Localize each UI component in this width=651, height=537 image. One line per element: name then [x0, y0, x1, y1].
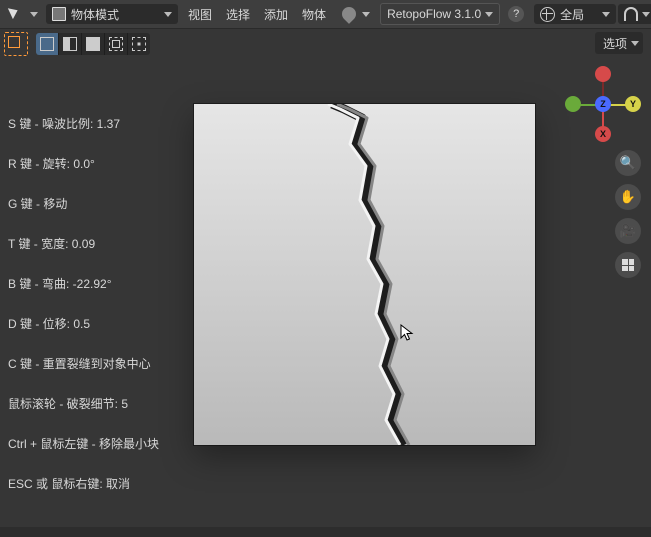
- crack-path: [194, 104, 535, 445]
- select-mode-new[interactable]: [36, 33, 59, 55]
- select-tool-button[interactable]: [4, 32, 28, 56]
- chevron-down-icon: [631, 41, 639, 46]
- chevron-down-icon: [30, 12, 38, 17]
- select-mode-extend[interactable]: [59, 33, 82, 55]
- select-mode-group: [36, 33, 150, 55]
- help-button[interactable]: ?: [502, 4, 530, 24]
- nav-gizmo[interactable]: Z X Y: [563, 64, 643, 144]
- menu-object[interactable]: 物体: [296, 4, 332, 24]
- chevron-down-icon: [485, 12, 493, 17]
- chevron-down-icon: [642, 12, 650, 17]
- hint-cancel: ESC 或 鼠标右键: 取消: [8, 478, 188, 518]
- top-header: 物体模式 视图 选择 添加 物体 RetopoFlow 3.1.0 ? 全局: [0, 0, 651, 29]
- camera-icon: 🎥: [620, 223, 636, 239]
- axis-z-ball[interactable]: Z: [595, 96, 611, 112]
- operator-hints: S 键 - 噪波比例: 1.37 R 键 - 旋转: 0.0° G 键 - 移动…: [8, 118, 188, 518]
- grid-icon: [622, 259, 634, 271]
- magnifier-icon: 🔍: [620, 155, 636, 171]
- axis-y-ball[interactable]: Y: [625, 96, 641, 112]
- hint-detail: 鼠标滚轮 - 破裂细节: 5: [8, 398, 188, 438]
- status-bar: [0, 527, 651, 537]
- hint-move: G 键 - 移动: [8, 198, 188, 238]
- hint-reset: C 键 - 重置裂缝到对象中心: [8, 358, 188, 398]
- menu-select[interactable]: 选择: [220, 4, 256, 24]
- axis-x-ball[interactable]: X: [595, 126, 611, 142]
- viewport-object: [194, 104, 535, 445]
- options-dropdown[interactable]: 选项: [595, 32, 643, 54]
- axis-x-label: X: [600, 129, 606, 139]
- select-mode-subtract[interactable]: [82, 33, 105, 55]
- orientation-label: 全局: [560, 6, 584, 23]
- cursor-dropdown[interactable]: [4, 4, 44, 24]
- menu-view[interactable]: 视图: [182, 4, 218, 24]
- camera-button[interactable]: 🎥: [615, 218, 641, 244]
- select-mode-toolbar: [4, 32, 150, 56]
- addon-dropdown[interactable]: RetopoFlow 3.1.0: [380, 3, 500, 25]
- hand-icon: ✋: [620, 189, 636, 205]
- magnet-icon: [624, 7, 638, 21]
- hint-remove: Ctrl + 鼠标左键 - 移除最小块: [8, 438, 188, 478]
- cursor-icon: [10, 6, 26, 22]
- orientation-select[interactable]: 全局: [534, 4, 616, 24]
- axis-y-label: Y: [630, 99, 636, 109]
- viewport-tools: 🔍 ✋ 🎥: [615, 150, 641, 278]
- zoom-button[interactable]: 🔍: [615, 150, 641, 176]
- hint-bend: B 键 - 弯曲: -22.92°: [8, 278, 188, 318]
- chevron-down-icon: [602, 12, 610, 17]
- options-label: 选项: [603, 35, 627, 52]
- chevron-down-icon: [362, 12, 370, 17]
- perspective-button[interactable]: [615, 252, 641, 278]
- snap-toggle[interactable]: [618, 4, 651, 24]
- addon-label: RetopoFlow 3.1.0: [387, 7, 481, 21]
- axis-z-label: Z: [600, 99, 606, 109]
- mode-select-label: 物体模式: [71, 6, 119, 23]
- globe-icon: [540, 7, 555, 22]
- hint-noise: S 键 - 噪波比例: 1.37: [8, 118, 188, 158]
- object-mode-icon: [52, 7, 66, 21]
- help-icon: ?: [508, 6, 524, 22]
- hint-offset: D 键 - 位移: 0.5: [8, 318, 188, 358]
- axis-y-neg-ball[interactable]: [565, 96, 581, 112]
- pan-button[interactable]: ✋: [615, 184, 641, 210]
- pivot-dropdown[interactable]: [336, 4, 376, 24]
- axis-x-neg-ball[interactable]: [595, 66, 611, 82]
- menu-add[interactable]: 添加: [258, 4, 294, 24]
- mouse-cursor-icon: [400, 324, 418, 342]
- chevron-down-icon: [164, 12, 172, 17]
- mode-select[interactable]: 物体模式: [46, 4, 178, 24]
- select-mode-invert[interactable]: [105, 33, 128, 55]
- hint-rotate: R 键 - 旋转: 0.0°: [8, 158, 188, 198]
- hint-width: T 键 - 宽度: 0.09: [8, 238, 188, 278]
- pivot-icon: [339, 4, 359, 24]
- select-mode-intersect[interactable]: [128, 33, 150, 55]
